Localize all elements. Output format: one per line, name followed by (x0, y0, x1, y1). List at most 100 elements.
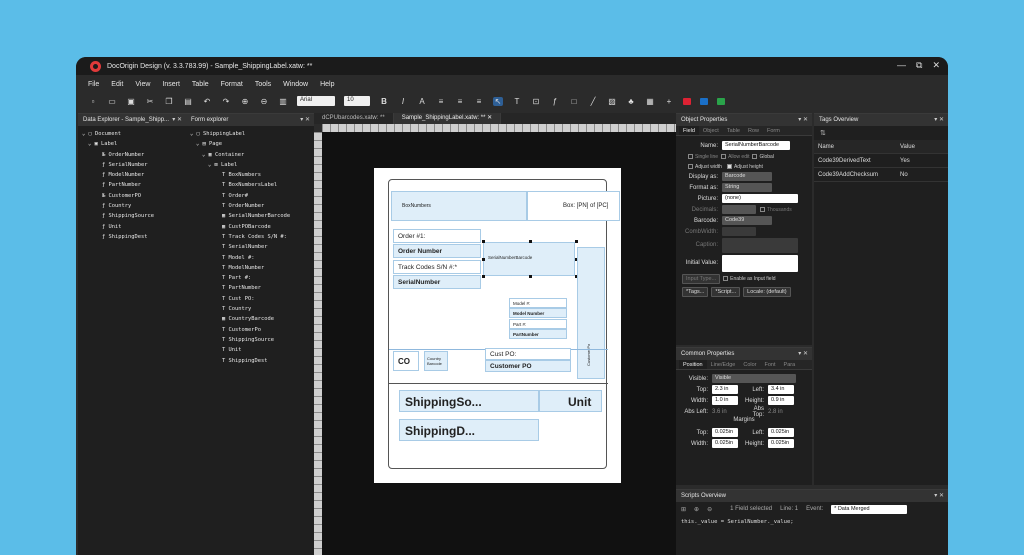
enable-input-checkbox[interactable]: Enable as Input field (723, 276, 775, 282)
order-label[interactable]: Order #1: (393, 229, 481, 243)
zoom-in-icon[interactable]: ⊕ (694, 506, 699, 513)
open-icon[interactable]: ▭ (107, 97, 117, 106)
tree-item[interactable]: ƒ ModelNumber (82, 170, 186, 180)
locale-button[interactable]: Locale: (default) (743, 286, 791, 297)
new-icon[interactable]: ▫ (88, 97, 98, 106)
part-number-field[interactable]: PartNumber (509, 329, 567, 339)
resize-handle[interactable] (482, 240, 485, 243)
part-label[interactable]: Part #: (509, 319, 567, 329)
panel-close-icon[interactable]: ▾ ✕ (798, 116, 808, 123)
tree-item[interactable]: ⌄ ▢ Document (82, 129, 186, 139)
width-input[interactable]: 1.0 in (712, 396, 738, 405)
minimize-button[interactable]: — (897, 60, 906, 71)
save-icon[interactable]: ▣ (126, 97, 136, 106)
pointer-icon[interactable]: ↖ (493, 96, 503, 106)
expand-icon[interactable]: ⊞ (681, 506, 686, 513)
copy-icon[interactable]: ❐ (164, 97, 174, 106)
tree-item[interactable]: ⌄ ▦ Container (190, 150, 314, 160)
preview-icon[interactable] (700, 97, 708, 105)
resize-handle[interactable] (482, 275, 485, 278)
pdf-icon[interactable] (683, 97, 691, 105)
tree-item[interactable]: № OrderNumber (82, 150, 186, 160)
export-icon[interactable] (717, 97, 725, 105)
align-right-icon[interactable]: ≡ (474, 97, 484, 106)
font-color-icon[interactable]: A (417, 97, 427, 106)
text-tool-icon[interactable]: T (512, 97, 522, 106)
tree-item[interactable]: T ShippingSource (190, 335, 314, 345)
tab-font[interactable]: Font (761, 360, 780, 369)
tree-item[interactable]: ⌄ ▣ Label (82, 139, 186, 149)
tree-item[interactable]: T Unit (190, 345, 314, 355)
caption-input[interactable] (722, 237, 798, 253)
panel-close-icon[interactable]: ▾ ✕ (798, 350, 808, 357)
tree-item[interactable]: T ModelNumber (190, 263, 314, 273)
tree-item[interactable]: ƒ Unit (82, 222, 186, 232)
function-icon[interactable]: ƒ (550, 97, 560, 106)
menu-view[interactable]: View (135, 81, 150, 88)
tree-item[interactable]: T OrderNumber (190, 201, 314, 211)
zoom-out-icon[interactable]: ⊖ (259, 97, 269, 106)
tab-color[interactable]: Color (739, 360, 760, 369)
tree-item[interactable]: ƒ ShippingSource (82, 211, 186, 221)
input-type-button[interactable]: Input Type... (682, 273, 721, 284)
tree-item[interactable]: ⌄ ▤ Page (190, 139, 314, 149)
panel-close-icon[interactable]: ▾ ✕ (934, 116, 944, 123)
decimals-input[interactable] (722, 205, 756, 214)
allow-edit-checkbox[interactable]: Allow edit (721, 154, 749, 160)
tree-item[interactable]: ▦ CountryBarcode (190, 314, 314, 324)
script-editor[interactable]: this._value = SerialNumber._value; (676, 516, 948, 528)
close-button[interactable]: ✕ (932, 60, 940, 71)
tree-item[interactable]: ▦ SerialNumberBarcode (190, 211, 314, 221)
box-numbers-field[interactable]: BoxNumbers (391, 191, 527, 221)
cut-icon[interactable]: ✂ (145, 97, 155, 106)
line-icon[interactable]: ╱ (588, 97, 598, 106)
tab-para[interactable]: Para (780, 360, 800, 369)
order-number-field[interactable]: Order Number (393, 244, 481, 258)
tree-item[interactable]: ƒ SerialNumber (82, 160, 186, 170)
initial-value-input[interactable] (722, 254, 798, 272)
tree-item[interactable]: T Model #: (190, 253, 314, 263)
zoom-out-icon[interactable]: ⊖ (707, 506, 712, 513)
cust-po-label[interactable]: Cust PO: (485, 348, 571, 360)
tab-object[interactable]: Object (699, 126, 723, 135)
undo-icon[interactable]: ↶ (202, 97, 212, 106)
tab-position[interactable]: Position (679, 360, 707, 369)
tree-item[interactable]: T Order# (190, 191, 314, 201)
font-size-select[interactable]: 10 (344, 96, 370, 106)
box-numbers-label[interactable]: Box: [PN] of [PC] (527, 191, 620, 221)
menu-window[interactable]: Window (283, 81, 308, 88)
country-barcode-field[interactable]: Country Barcode (424, 351, 448, 371)
shipping-source-field[interactable]: ShippingSo... (399, 390, 539, 412)
tree-item[interactable]: T PartNumber (190, 283, 314, 293)
field-tool-icon[interactable]: ⊡ (531, 97, 541, 106)
tags-button[interactable]: *Tags... (682, 286, 709, 297)
menu-insert[interactable]: Insert (162, 81, 180, 88)
model-number-field[interactable]: Model Number (509, 308, 567, 318)
top-input[interactable]: 2.3 in (712, 385, 738, 394)
tree-item[interactable]: T BoxNumbers (190, 170, 314, 180)
global-checkbox[interactable]: Global (752, 154, 774, 160)
tree-item[interactable]: T Country (190, 304, 314, 314)
rectangle-icon[interactable]: □ (569, 97, 579, 106)
tab-table[interactable]: Table (723, 126, 744, 135)
tree-item[interactable]: ⌄ ⊠ Label (190, 160, 314, 170)
tab-shipping-label[interactable]: Sample_ShippingLabel.xatw: ** ✕ (393, 113, 502, 124)
tree-item[interactable]: T Part #: (190, 273, 314, 283)
track-codes-label[interactable]: Track Codes S/N #:* (393, 260, 481, 274)
margin-left-input[interactable]: 0.025in (768, 428, 794, 437)
tab-form[interactable]: Form (763, 126, 784, 135)
table-icon[interactable]: ▦ (645, 97, 655, 106)
comb-width-input[interactable] (722, 227, 756, 236)
thousands-checkbox[interactable]: Thousands (760, 207, 792, 213)
picture-select[interactable]: (none) (722, 194, 798, 203)
barcode-select[interactable]: Code39 (722, 216, 772, 225)
resize-handle[interactable] (575, 240, 578, 243)
adjust-width-checkbox[interactable]: Adjust width (688, 164, 722, 170)
sort-icon[interactable]: ⇅ (814, 126, 948, 140)
tab-field[interactable]: Field (679, 126, 699, 135)
panel-close-icon[interactable]: ▾ ✕ (172, 116, 182, 123)
display-as-select[interactable]: Barcode (722, 172, 772, 181)
model-label[interactable]: Model #: (509, 298, 567, 308)
align-center-icon[interactable]: ≡ (455, 97, 465, 106)
tree-item[interactable]: T CustomerPo (190, 325, 314, 335)
